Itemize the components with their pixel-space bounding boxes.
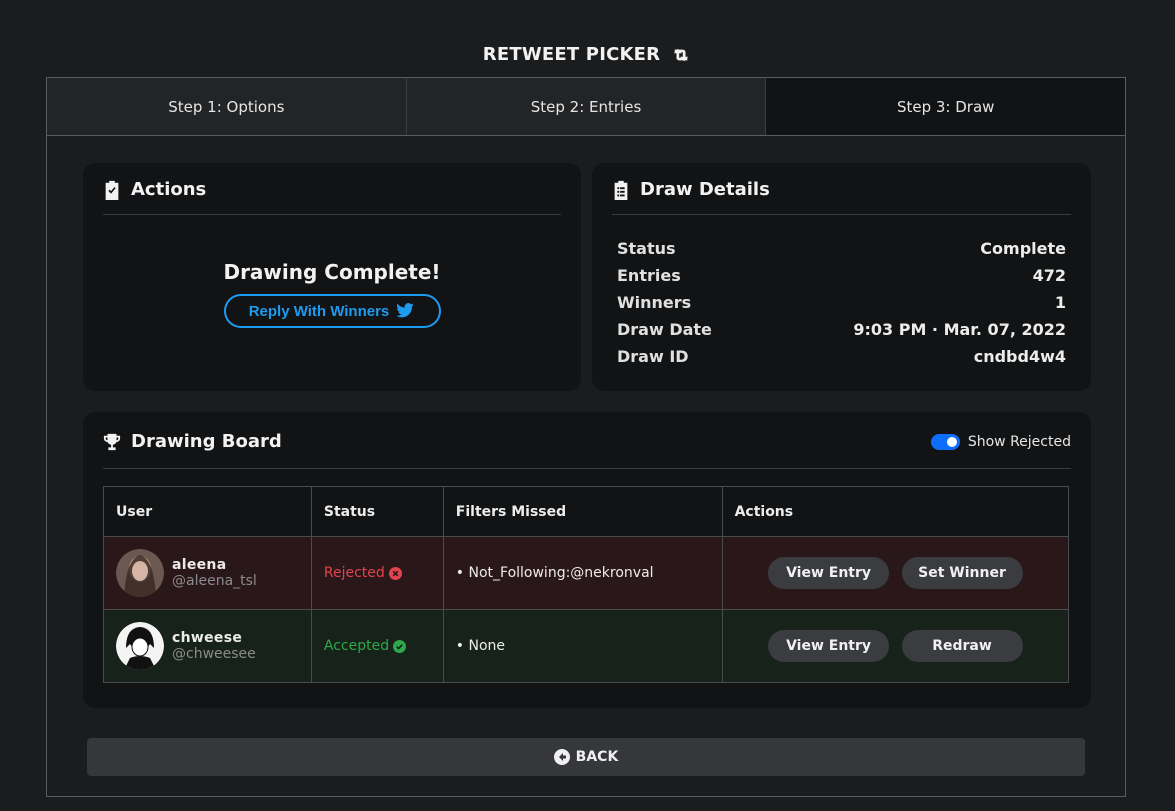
back-button[interactable]: BACK — [87, 738, 1085, 776]
avatar — [116, 622, 164, 670]
table-row: aleena @aleena_tsl Rejected • Not_Follow… — [103, 536, 1070, 610]
app-title-text: RETWEET PICKER — [482, 44, 661, 65]
clipboard-check-icon — [105, 180, 119, 200]
retweet-icon — [674, 48, 689, 61]
detail-value: 472 — [1032, 266, 1066, 285]
tab-step-2[interactable]: Step 2: Entries — [406, 78, 767, 135]
trophy-icon — [103, 433, 121, 450]
drawing-board-title: Drawing Board — [131, 431, 282, 452]
detail-label: Entries — [617, 266, 681, 285]
arrow-circle-left-icon — [553, 749, 570, 765]
tab-step-3[interactable]: Step 3: Draw — [766, 78, 1126, 135]
status-badge: Accepted — [324, 638, 431, 654]
filters-cell: • None — [442, 609, 723, 683]
actions-card: Actions Drawing Complete! Reply With Win… — [83, 163, 581, 391]
status-text: Accepted — [323, 638, 390, 654]
status-text: Rejected — [323, 565, 385, 581]
user-handle: @aleena_tsl — [172, 573, 257, 589]
col-header-status: Status — [310, 486, 444, 537]
show-rejected-toggle-wrap: Show Rejected — [930, 433, 1071, 450]
detail-row-draw-id: Draw ID cndbd4w4 — [617, 343, 1066, 370]
user-handle: @chweesee — [172, 646, 256, 662]
step-tabs: Step 1: Options Step 2: Entries Step 3: … — [47, 78, 1126, 136]
drawing-board-title-wrap: Drawing Board — [103, 431, 282, 452]
times-circle-icon — [388, 566, 402, 580]
table-header-row: User Status Filters Missed Actions — [103, 486, 1070, 537]
detail-row-draw-date: Draw Date 9:03 PM · Mar. 07, 2022 — [617, 316, 1066, 343]
table-row: chweese @chweesee Accepted • None View E… — [103, 609, 1070, 683]
draw-details-list: Status Complete Entries 472 Winners 1 Dr… — [612, 235, 1071, 370]
draw-details-header: Draw Details — [612, 179, 1071, 215]
col-header-user: User — [103, 486, 312, 537]
avatar — [116, 549, 164, 597]
drawing-board-header: Drawing Board Show Rejected — [103, 431, 1071, 469]
back-label: BACK — [575, 749, 619, 765]
detail-value: 1 — [1054, 293, 1066, 312]
view-entry-button[interactable]: View Entry — [768, 557, 890, 589]
show-rejected-label: Show Rejected — [967, 433, 1071, 450]
entries-table: User Status Filters Missed Actions aleen… — [103, 486, 1070, 683]
actions-header: Actions — [103, 179, 561, 215]
detail-value: 9:03 PM · Mar. 07, 2022 — [853, 320, 1066, 339]
drawing-board-card: Drawing Board Show Rejected User Status … — [83, 412, 1091, 708]
actions-cell: View Entry Set Winner — [721, 536, 1070, 610]
redraw-button[interactable]: Redraw — [901, 630, 1023, 662]
col-header-filters: Filters Missed — [442, 486, 723, 537]
view-entry-button[interactable]: View Entry — [768, 630, 890, 662]
status-badge: Rejected — [324, 565, 431, 581]
detail-value: cndbd4w4 — [973, 347, 1066, 366]
reply-with-winners-button[interactable]: Reply With Winners — [223, 294, 441, 328]
twitter-icon — [396, 303, 415, 318]
detail-label: Draw Date — [617, 320, 712, 339]
detail-value: Complete — [980, 239, 1066, 258]
detail-label: Draw ID — [617, 347, 689, 366]
check-circle-icon — [393, 639, 407, 653]
detail-row-status: Status Complete — [617, 235, 1066, 262]
clipboard-list-icon — [614, 180, 628, 200]
col-header-actions: Actions — [721, 486, 1070, 537]
app-title: RETWEET PICKER — [0, 44, 1175, 65]
user-cell: aleena @aleena_tsl — [103, 536, 312, 610]
filters-cell: • Not_Following:@nekronval — [442, 536, 723, 610]
actions-title: Actions — [131, 179, 207, 200]
show-rejected-toggle[interactable] — [930, 433, 960, 450]
user-name: chweese — [172, 630, 243, 646]
status-cell: Accepted — [310, 609, 444, 683]
draw-details-card: Draw Details Status Complete Entries 472… — [592, 163, 1091, 391]
drawing-complete-message: Drawing Complete! — [223, 260, 441, 284]
tab-step-1[interactable]: Step 1: Options — [47, 78, 407, 135]
detail-row-entries: Entries 472 — [617, 262, 1066, 289]
detail-label: Winners — [617, 293, 692, 312]
reply-label: Reply With Winners — [248, 302, 390, 320]
actions-cell: View Entry Redraw — [721, 609, 1070, 683]
main-frame: Step 1: Options Step 2: Entries Step 3: … — [46, 77, 1126, 797]
status-cell: Rejected — [310, 536, 444, 610]
detail-label: Status — [617, 239, 676, 258]
detail-row-winners: Winners 1 — [617, 289, 1066, 316]
set-winner-button[interactable]: Set Winner — [901, 557, 1023, 589]
draw-details-title: Draw Details — [640, 179, 770, 200]
user-name: aleena — [172, 557, 227, 573]
user-cell: chweese @chweesee — [103, 609, 312, 683]
